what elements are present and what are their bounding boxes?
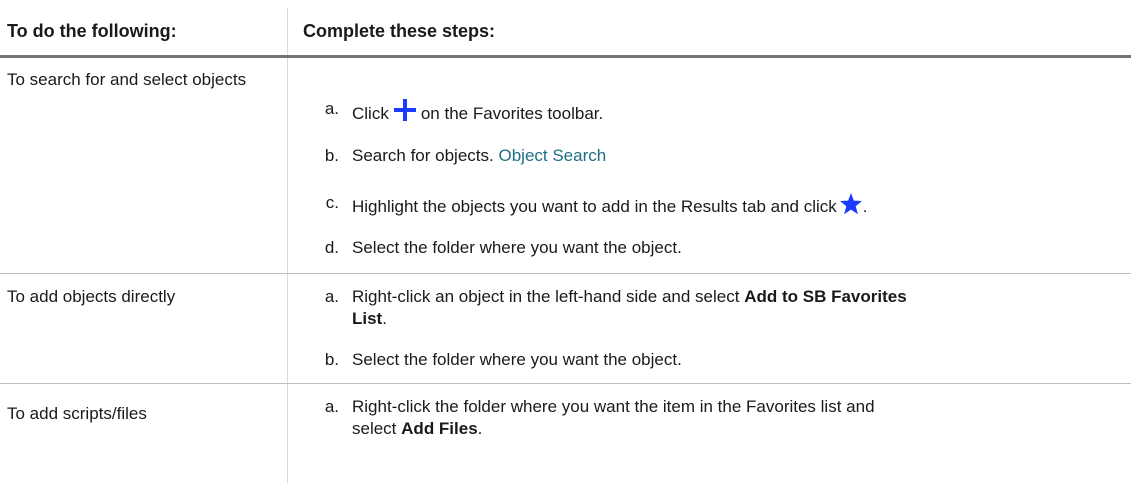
header-col-task: To do the following: xyxy=(7,21,177,41)
step-text: Click xyxy=(352,104,389,123)
step-text: . xyxy=(862,197,868,216)
step-text: Highlight the objects you want to add in… xyxy=(352,197,837,216)
star-icon[interactable] xyxy=(839,192,863,222)
step-letter: b. xyxy=(324,350,339,369)
step-text: Select the folder where you want the obj… xyxy=(352,238,682,257)
row-divider xyxy=(0,273,1131,274)
object-search-link[interactable]: Object Search xyxy=(498,146,606,165)
step-letter: b. xyxy=(324,146,339,165)
step-letter: a. xyxy=(324,99,339,118)
step-text: Search for objects. xyxy=(352,146,494,165)
table-header: To do the following: Complete these step… xyxy=(0,0,1131,56)
step-text: Right-click an object in the left-hand s… xyxy=(352,287,740,306)
column-divider xyxy=(287,8,288,483)
menu-item-add-files: Add Files xyxy=(401,419,478,438)
header-rule xyxy=(0,55,1131,58)
step-text: Select the folder where you want the obj… xyxy=(352,350,682,369)
step-letter: a. xyxy=(324,287,339,306)
task-add-scripts: To add scripts/files xyxy=(7,404,147,423)
step-text: on the Favorites toolbar. xyxy=(420,104,604,123)
step-letter: c. xyxy=(325,193,339,212)
step-letter: a. xyxy=(324,397,339,416)
plus-icon[interactable] xyxy=(393,98,417,128)
task-add-objects: To add objects directly xyxy=(7,287,176,306)
task-search-select: To search for and select objects xyxy=(7,70,247,89)
row-divider xyxy=(0,383,1131,384)
step-letter: d. xyxy=(324,238,339,257)
header-col-steps: Complete these steps: xyxy=(303,21,496,41)
